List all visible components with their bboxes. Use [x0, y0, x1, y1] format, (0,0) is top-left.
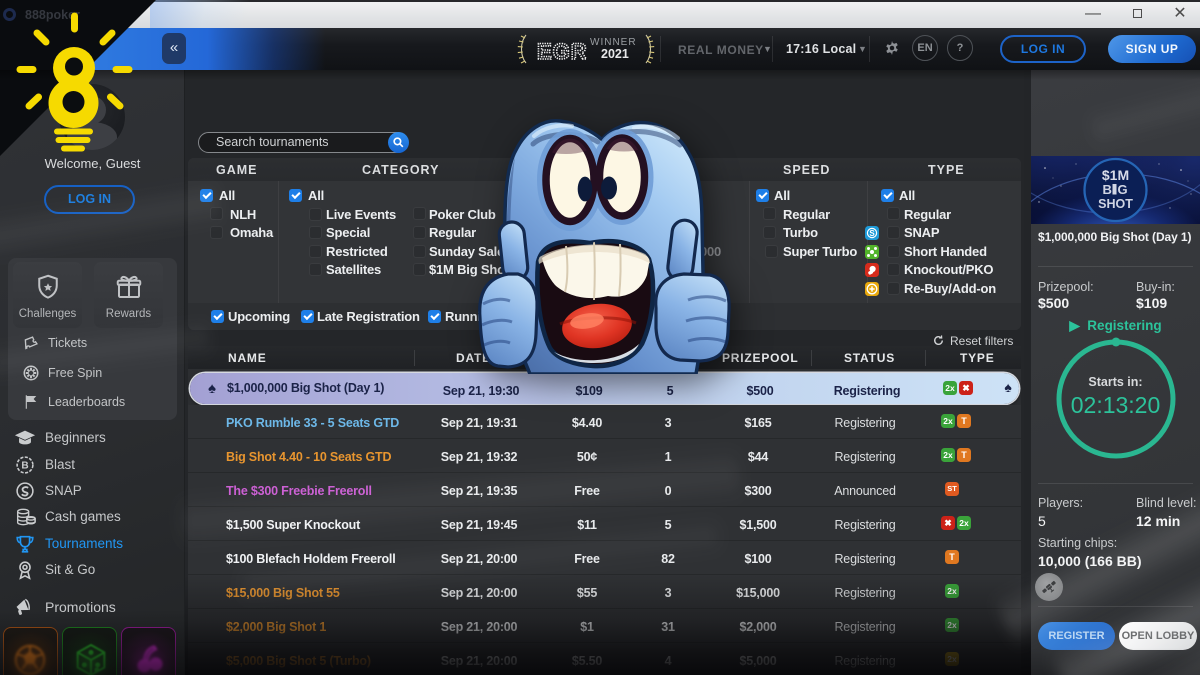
svg-text:SHOT: SHOT — [1098, 197, 1133, 211]
svg-text:S: S — [869, 229, 875, 238]
svg-text:2021: 2021 — [601, 47, 629, 61]
svg-text:$1M: $1M — [1102, 167, 1129, 183]
svg-text:B: B — [21, 461, 28, 472]
svg-text:EGR: EGR — [537, 39, 588, 64]
